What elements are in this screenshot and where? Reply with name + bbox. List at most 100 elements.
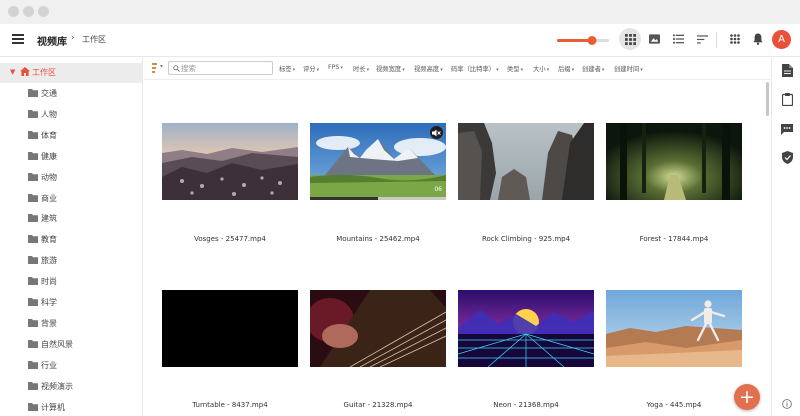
sidebar-folder-item[interactable]: 旅游 — [0, 251, 142, 271]
video-thumbnail[interactable] — [162, 290, 298, 367]
video-thumbnail[interactable] — [606, 290, 742, 367]
tag-sort-icon[interactable] — [152, 63, 165, 73]
sort-button[interactable] — [691, 28, 713, 50]
sidebar-folder-item[interactable]: 体育 — [0, 126, 142, 146]
sidebar-folder-item[interactable]: 商业 — [0, 189, 142, 209]
chevron-down-icon: ▾ — [366, 67, 370, 73]
sidebar-folder-item[interactable]: 科学 — [0, 293, 142, 313]
user-avatar[interactable]: A — [772, 30, 791, 49]
video-thumbnail[interactable] — [606, 123, 742, 200]
sidebar-folder-item[interactable]: 人物 — [0, 105, 142, 125]
folder-icon — [28, 318, 38, 327]
filter-dropdown[interactable]: 创建者▾ — [582, 64, 604, 73]
chevron-down-icon: ▾ — [402, 67, 405, 73]
volume-muted-icon — [432, 129, 441, 136]
filter-label: 大小 — [533, 66, 546, 73]
grid-scrollbar[interactable] — [766, 82, 769, 116]
video-thumbnail[interactable] — [458, 123, 594, 200]
info-button[interactable] — [779, 396, 795, 412]
filter-dropdown[interactable]: 类型▾ — [507, 64, 523, 73]
sidebar-folder-label: 计算机 — [41, 402, 65, 412]
window-maximize-dot[interactable] — [38, 6, 49, 17]
sidebar-root-workspace[interactable]: ▼ 工作区 — [0, 63, 142, 83]
filter-dropdown[interactable]: 码率（比特率）▾ — [451, 64, 499, 73]
folder-icon — [28, 172, 38, 181]
comments-button[interactable] — [779, 121, 795, 137]
breadcrumb-library[interactable]: 视频库 — [37, 33, 67, 48]
filter-dropdown[interactable]: 创建时间▾ — [614, 64, 643, 73]
filter-dropdown[interactable]: 视频宽度▾ — [376, 64, 405, 73]
folder-icon — [28, 151, 38, 160]
expand-caret-icon[interactable]: ▼ — [10, 68, 15, 76]
apps-button[interactable] — [724, 28, 746, 50]
sidebar-folder-label: 健康 — [41, 151, 57, 161]
clipboard-button[interactable] — [779, 91, 795, 107]
video-filename: Neon - 21368.mp4 — [493, 401, 559, 409]
chevron-down-icon: ▾ — [440, 67, 443, 73]
sidebar-folder-item[interactable]: 交通 — [0, 84, 142, 104]
video-thumbnail[interactable] — [162, 123, 298, 200]
window-close-dot[interactable] — [8, 6, 19, 17]
filter-label: 视频宽度 — [376, 66, 402, 73]
sidebar-folder-label: 行业 — [41, 360, 57, 370]
sidebar-folder-item[interactable]: 时尚 — [0, 272, 142, 292]
video-thumbnail[interactable] — [458, 290, 594, 367]
search-box[interactable] — [168, 61, 273, 75]
list-view-icon — [672, 34, 684, 44]
forest-path-thumbnail — [606, 123, 742, 200]
playback-progress[interactable] — [310, 197, 446, 200]
folder-icon — [28, 402, 38, 411]
slider-thumb[interactable] — [587, 36, 597, 45]
sidebar-folder-label: 时尚 — [41, 277, 57, 287]
sidebar-folder-label: 体育 — [41, 130, 57, 140]
image-view-button[interactable] — [643, 28, 665, 50]
sidebar-folder-label: 教育 — [41, 235, 57, 245]
clipboard-icon — [781, 92, 793, 106]
mute-button[interactable] — [430, 126, 443, 139]
folder-icon — [28, 298, 38, 306]
security-button[interactable] — [779, 149, 795, 165]
sidebar-folder-item[interactable]: 健康 — [0, 147, 142, 167]
neon-grid-thumbnail — [458, 290, 594, 367]
home-icon — [20, 67, 30, 76]
filter-label: 码率（比特率） — [451, 66, 496, 73]
add-video-button[interactable]: + — [734, 384, 760, 410]
header-divider — [716, 32, 717, 48]
window-minimize-dot[interactable] — [23, 6, 34, 17]
filter-label: FPS — [328, 64, 340, 71]
info-icon — [782, 399, 792, 409]
filter-dropdown[interactable]: FPS▾ — [328, 64, 343, 71]
filter-dropdown[interactable]: 评分▾ — [303, 64, 319, 73]
sidebar-folder-item[interactable]: 自然风景 — [0, 335, 142, 355]
hamburger-menu-icon[interactable] — [12, 34, 24, 44]
search-icon — [173, 65, 180, 72]
apps-grid-icon — [730, 34, 740, 44]
folder-icon — [28, 109, 38, 118]
details-button[interactable] — [779, 62, 795, 78]
video-thumbnail[interactable]: 06 — [310, 123, 446, 200]
breadcrumb-current: 工作区 — [82, 35, 106, 44]
sidebar-folder-item[interactable]: 视频演示 — [0, 377, 142, 397]
filter-dropdown[interactable]: 时长▾ — [353, 64, 369, 73]
filter-dropdown[interactable]: 大小▾ — [533, 64, 549, 73]
folder-icon — [28, 339, 38, 348]
guitar-strings-thumbnail — [310, 290, 446, 367]
filter-dropdown[interactable]: 后缀▾ — [558, 64, 574, 73]
list-view-button[interactable] — [667, 28, 689, 50]
grid-view-icon — [624, 33, 636, 45]
sidebar-folder-item[interactable]: 动物 — [0, 168, 142, 188]
filter-dropdown[interactable]: 视频高度▾ — [414, 64, 443, 73]
sidebar-folder-item[interactable]: 行业 — [0, 356, 142, 376]
sidebar-folder-item[interactable]: 教育 — [0, 230, 142, 250]
sort-lines-icon — [696, 34, 708, 44]
folder-icon — [28, 214, 38, 223]
sidebar-folder-item[interactable]: 计算机 — [0, 398, 142, 416]
thumbnail-size-slider[interactable] — [557, 36, 609, 45]
filter-dropdown[interactable]: 标签▾ — [279, 64, 295, 73]
sidebar-folder-item[interactable]: 建筑 — [0, 209, 142, 229]
sidebar-folder-item[interactable]: 背景 — [0, 314, 142, 334]
video-thumbnail[interactable] — [310, 290, 446, 367]
grid-view-button[interactable] — [619, 28, 641, 50]
notifications-button[interactable] — [747, 28, 769, 50]
search-input[interactable] — [181, 62, 269, 74]
